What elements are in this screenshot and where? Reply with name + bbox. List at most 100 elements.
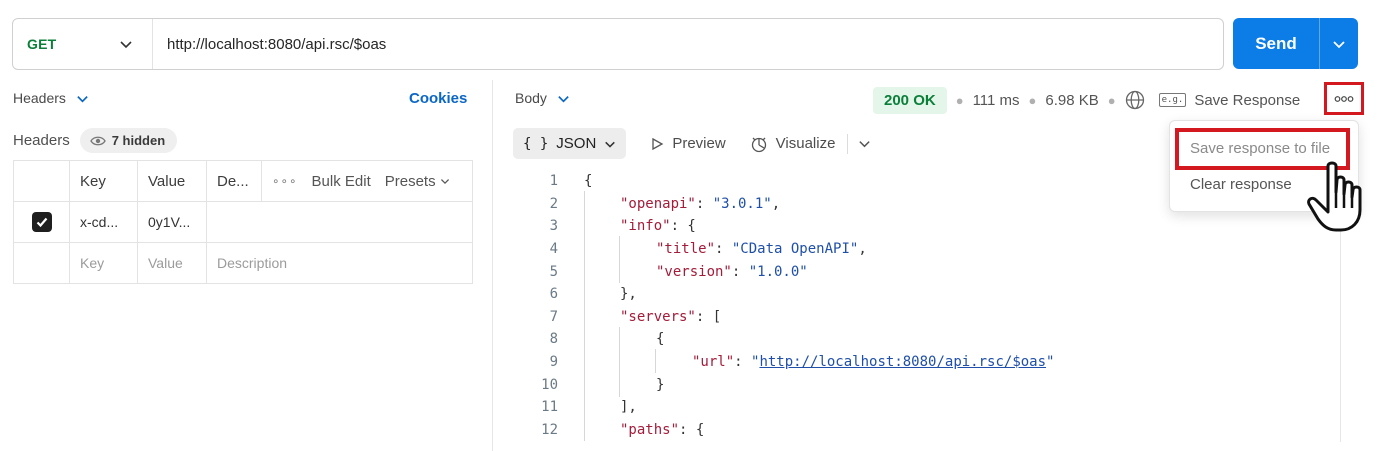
code-line: 2 "openapi": "3.0.1", — [520, 193, 1054, 216]
json-url-link[interactable]: http://localhost:8080/api.rsc/$oas — [759, 354, 1046, 370]
json-view-dropdown[interactable]: { } JSON — [513, 128, 627, 159]
send-button[interactable]: Send — [1233, 18, 1319, 69]
status-badge[interactable]: 200 OK — [873, 86, 947, 114]
toolbar-divider — [847, 133, 849, 154]
panel-divider[interactable] — [492, 80, 493, 451]
table-actions-header: ∘∘∘ Bulk Edit Presets — [261, 160, 473, 202]
json-punctuation: }, — [620, 286, 637, 303]
line-number: 5 — [549, 263, 558, 280]
hidden-headers-toggle[interactable]: 7 hidden — [79, 128, 178, 153]
line-number: 6 — [549, 286, 558, 303]
code-line: 3 "info": { — [520, 215, 1054, 238]
table-row: x-cd... 0y1V... — [13, 201, 473, 243]
code-line: 11], — [520, 396, 1054, 419]
header-description-cell[interactable] — [206, 201, 473, 243]
method-label: GET — [27, 36, 57, 52]
visualize-label: Visualize — [775, 135, 836, 152]
headers-tab-dropdown[interactable]: Headers — [13, 90, 89, 106]
empty-checkbox-cell — [13, 242, 70, 284]
chevron-down-icon — [77, 95, 88, 102]
presets-dropdown[interactable]: Presets — [385, 173, 450, 190]
response-meta: 200 OK ● 111 ms ● 6.98 KB ● e.g. Save Re… — [873, 86, 1300, 114]
save-response-button[interactable]: e.g. Save Response — [1158, 92, 1300, 109]
json-punctuation: { — [584, 173, 593, 190]
line-number: 10 — [541, 376, 558, 393]
json-string: " — [1046, 354, 1055, 371]
code-line: 8{ — [520, 328, 1054, 351]
bulk-edit-button[interactable]: Bulk Edit — [312, 173, 371, 190]
json-punctuation: , — [771, 195, 781, 212]
json-punctuation: : — [734, 354, 752, 371]
example-icon: e.g. — [1158, 93, 1187, 107]
chevron-down-icon[interactable] — [858, 137, 871, 150]
cookies-link[interactable]: Cookies — [409, 90, 467, 107]
separator-dot: ● — [955, 92, 964, 108]
indent-guide — [619, 236, 620, 283]
preview-tab[interactable]: Preview — [650, 135, 726, 152]
code-line: 10} — [520, 373, 1054, 396]
json-punctuation: } — [656, 376, 665, 393]
code-text: { — [584, 173, 592, 189]
code-line: 1{ — [520, 170, 1054, 193]
preview-label: Preview — [672, 135, 726, 152]
method-selector[interactable]: GET — [13, 19, 153, 69]
table-header-row: Key Value De... ∘∘∘ Bulk Edit Presets — [13, 160, 473, 202]
visualize-icon — [751, 137, 766, 152]
code-line: 9 "url": "http://localhost:8080/api.rsc/$… — [520, 351, 1055, 374]
json-punctuation: ], — [620, 399, 637, 416]
body-tab-dropdown[interactable]: Body — [515, 90, 570, 106]
send-options-button[interactable] — [1319, 18, 1358, 69]
ellipsis-icon — [1334, 95, 1354, 102]
indent-guide — [655, 349, 656, 373]
headers-tab-label: Headers — [13, 90, 66, 106]
code-text: "openapi": "3.0.1", — [584, 196, 780, 212]
json-punctuation: { — [656, 331, 665, 348]
json-key: "version" — [656, 263, 732, 280]
json-punctuation: : { — [679, 421, 705, 438]
json-punctuation: , — [858, 241, 867, 258]
response-view-toolbar: { } JSON Preview Visualize — [513, 128, 871, 159]
code-line: 4 "title": "CData OpenAPI", — [520, 238, 1054, 261]
chevron-down-icon — [440, 179, 449, 185]
json-punctuation: : — [731, 263, 749, 280]
line-number: 2 — [549, 195, 558, 212]
line-number: 7 — [549, 308, 558, 325]
request-url-bar: GET http://localhost:8080/api.rsc/$oas — [12, 18, 1224, 70]
row-checkbox[interactable] — [32, 212, 52, 232]
more-options-icon[interactable]: ∘∘∘ — [272, 174, 298, 188]
column-header-description: De... — [206, 160, 262, 202]
line-number: 3 — [549, 218, 558, 235]
line-number: 11 — [541, 399, 558, 416]
header-value-cell[interactable]: 0y1V... — [137, 201, 207, 243]
response-body-code[interactable]: 1{2 "openapi": "3.0.1", 3 "info": {4 "title"… — [520, 170, 1054, 441]
header-key-cell[interactable]: x-cd... — [69, 201, 138, 243]
description-placeholder[interactable]: Description — [206, 242, 473, 284]
json-key: "info" — [620, 218, 671, 235]
separator-dot: ● — [1107, 92, 1116, 108]
code-text: } — [584, 377, 664, 393]
row-checkbox-cell — [13, 201, 70, 243]
menu-item-clear-response[interactable]: Clear response — [1190, 176, 1292, 193]
indent-guide — [619, 327, 620, 397]
code-text: "version": "1.0.0" — [584, 264, 808, 280]
response-size[interactable]: 6.98 KB — [1045, 92, 1098, 109]
json-key: "servers" — [620, 308, 696, 325]
json-string: "CData OpenAPI" — [731, 241, 859, 258]
json-punctuation: : [ — [695, 308, 722, 325]
globe-icon[interactable] — [1125, 90, 1145, 110]
play-icon — [652, 137, 664, 150]
response-time[interactable]: 111 ms — [973, 92, 1020, 109]
json-key: "openapi" — [620, 195, 696, 212]
code-text: "info": { — [584, 218, 696, 234]
line-number: 9 — [549, 354, 558, 371]
more-actions-button[interactable] — [1324, 82, 1364, 115]
line-number: 1 — [549, 173, 558, 190]
json-punctuation: : — [695, 195, 713, 212]
hidden-count: 7 hidden — [111, 133, 166, 148]
braces-icon: { } — [523, 135, 549, 152]
key-placeholder[interactable]: Key — [69, 242, 138, 284]
column-header-key: Key — [69, 160, 138, 202]
value-placeholder[interactable]: Value — [137, 242, 207, 284]
url-input[interactable]: http://localhost:8080/api.rsc/$oas — [153, 36, 386, 53]
visualize-tab[interactable]: Visualize — [750, 135, 836, 153]
